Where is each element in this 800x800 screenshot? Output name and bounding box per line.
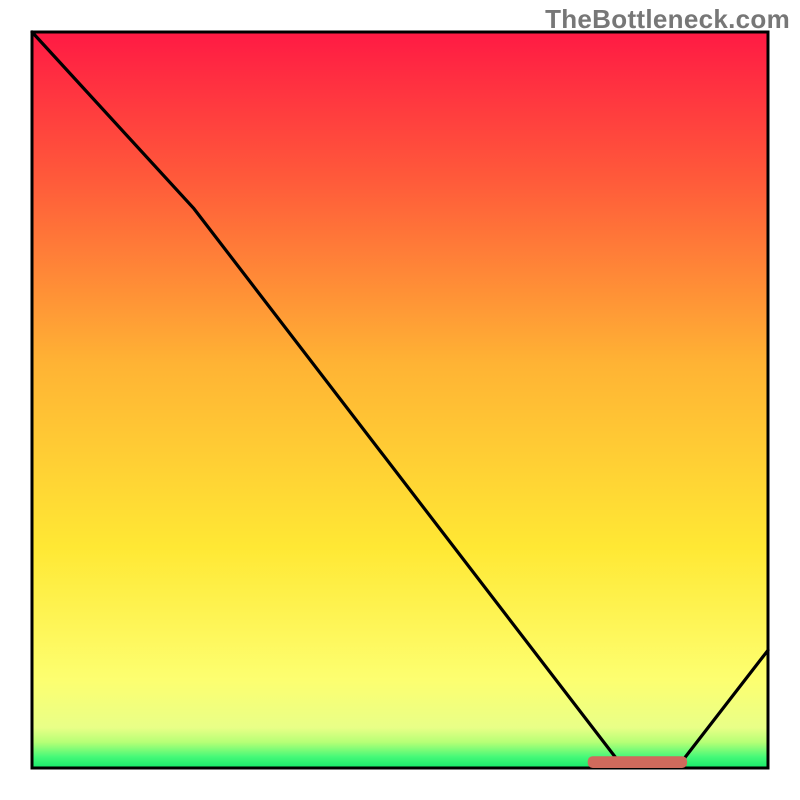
- plot-background: [32, 32, 768, 768]
- optimal-range-marker: [588, 756, 687, 768]
- bottleneck-chart: [0, 0, 800, 800]
- watermark-text: TheBottleneck.com: [545, 4, 790, 35]
